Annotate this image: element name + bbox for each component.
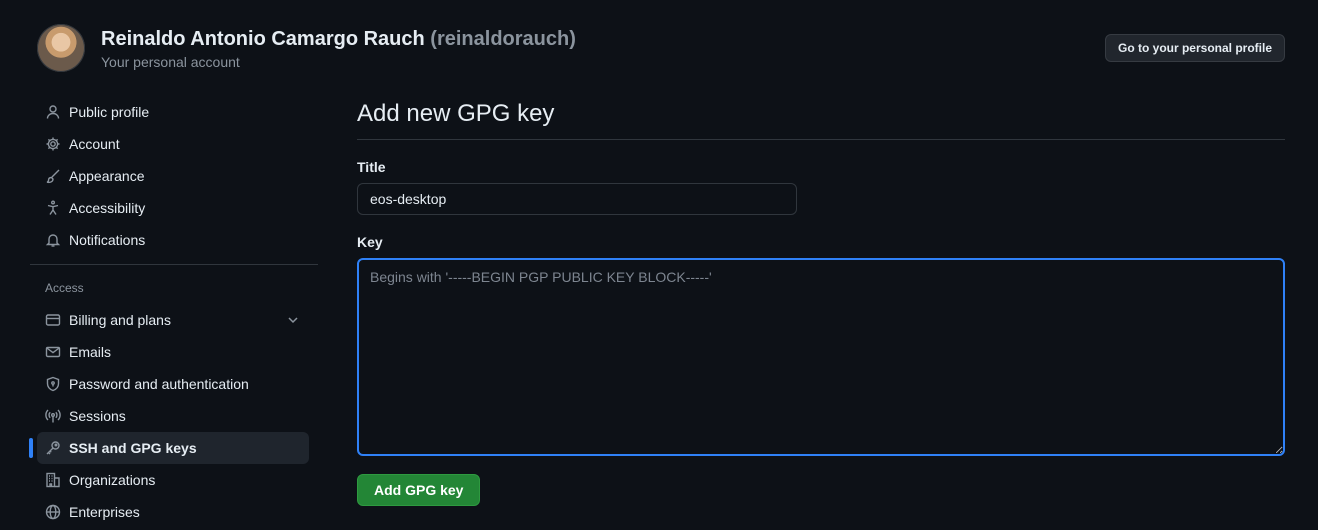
broadcast-icon — [45, 408, 61, 424]
title-input[interactable]: eos-desktop — [357, 183, 797, 215]
mail-icon — [45, 344, 61, 360]
sidebar-item-notifications[interactable]: Notifications — [37, 224, 309, 256]
account-name[interactable]: Reinaldo Antonio Camargo Rauch — [101, 28, 425, 50]
chevron-down-icon[interactable] — [285, 312, 301, 328]
key-textarea[interactable] — [357, 258, 1285, 456]
sidebar-item-label: Password and authentication — [69, 376, 249, 392]
gpg-key-form: Add new GPG key Title eos-desktop Key Ad… — [357, 96, 1285, 506]
sidebar-item-label: Notifications — [69, 232, 146, 248]
sidebar-item-label: Emails — [69, 344, 112, 360]
page-title: Add new GPG key — [357, 96, 1285, 140]
account-name-line: Reinaldo Antonio Camargo Rauch (reinaldo… — [101, 25, 576, 53]
title-label: Title — [357, 159, 386, 175]
sidebar-item-accessibility[interactable]: Accessibility — [37, 192, 309, 224]
account-identity: Reinaldo Antonio Camargo Rauch (reinaldo… — [101, 25, 576, 71]
title-input-value: eos-desktop — [370, 191, 447, 207]
sidebar-item-organizations[interactable]: Organizations — [37, 464, 309, 496]
shield-lock-icon — [45, 376, 61, 392]
person-icon — [45, 104, 61, 120]
globe-icon — [45, 504, 61, 520]
paintbrush-icon — [45, 168, 61, 184]
sidebar-item-public-profile[interactable]: Public profile — [37, 96, 309, 128]
sidebar-group-access: Access — [45, 281, 84, 295]
sidebar-item-billing[interactable]: Billing and plans — [37, 304, 309, 336]
settings-sidebar: Public profile Account Appearance Access… — [29, 96, 318, 528]
sidebar-item-label: Enterprises — [69, 504, 140, 520]
sidebar-item-label: SSH and GPG keys — [69, 440, 197, 456]
sidebar-item-account[interactable]: Account — [37, 128, 309, 160]
avatar[interactable] — [37, 24, 85, 72]
sidebar-item-label: Organizations — [69, 472, 156, 488]
sidebar-item-emails[interactable]: Emails — [37, 336, 309, 368]
sidebar-item-label: Accessibility — [69, 200, 146, 216]
key-label: Key — [357, 234, 383, 250]
sidebar-item-label: Sessions — [69, 408, 126, 424]
account-header: Reinaldo Antonio Camargo Rauch (reinaldo… — [37, 24, 576, 72]
sidebar-item-label: Appearance — [69, 168, 145, 184]
sidebar-item-appearance[interactable]: Appearance — [37, 160, 309, 192]
sidebar-item-label: Public profile — [69, 104, 150, 120]
add-gpg-key-button[interactable]: Add GPG key — [357, 474, 481, 506]
sidebar-item-enterprises[interactable]: Enterprises — [37, 496, 309, 528]
go-to-profile-button[interactable]: Go to your personal profile — [1104, 34, 1285, 62]
sidebar-item-password-auth[interactable]: Password and authentication — [37, 368, 309, 400]
key-icon — [45, 440, 61, 456]
sidebar-item-sessions[interactable]: Sessions — [37, 400, 309, 432]
account-subtitle: Your personal account — [101, 54, 240, 70]
sidebar-item-label: Account — [69, 136, 120, 152]
account-handle: (reinaldorauch) — [430, 28, 576, 50]
accessibility-icon — [45, 200, 61, 216]
gear-icon — [45, 136, 61, 152]
sidebar-item-ssh-gpg-keys[interactable]: SSH and GPG keys — [29, 432, 309, 464]
organization-icon — [45, 472, 61, 488]
sidebar-item-label: Billing and plans — [69, 312, 171, 328]
bell-icon — [45, 232, 61, 248]
credit-card-icon — [45, 312, 61, 328]
